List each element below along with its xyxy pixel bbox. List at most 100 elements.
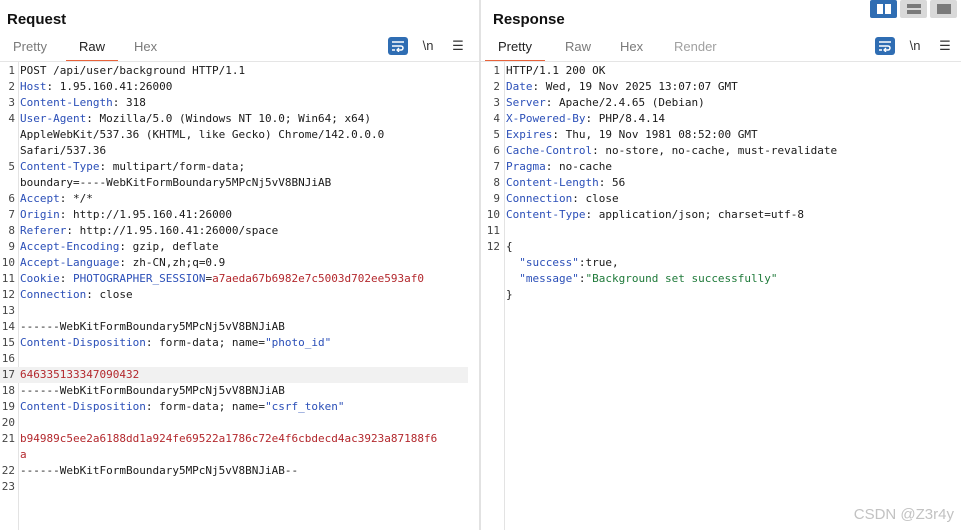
line-number: 3 (493, 96, 500, 109)
code-line: 1 HTTP/1.1 200 OK (481, 63, 961, 79)
line-number: 8 (8, 224, 15, 237)
response-pane: Response Pretty Raw Hex Render \n ☰ 1 HTT… (481, 0, 961, 530)
line-content: Cookie: PHOTOGRAPHER_SESSION=a7aeda67b69… (20, 271, 424, 287)
code-token: : multipart/form-data; (99, 160, 246, 173)
code-line: 8 Referer: http://1.95.160.41:26000/space (0, 223, 479, 239)
code-token: : Wed, 19 Nov 2025 13:07:07 GMT (532, 80, 738, 93)
request-tab-hex[interactable]: Hex (134, 39, 157, 58)
line-number: 15 (1, 336, 15, 349)
code-token: : 56 (598, 176, 626, 189)
line-number: 5 (493, 128, 500, 141)
code-line: 23 (0, 479, 479, 495)
menu-icon[interactable]: ☰ (935, 37, 955, 55)
code-token: : application/json; charset=utf-8 (585, 208, 805, 221)
newline-toggle-button[interactable]: \n (905, 37, 925, 55)
code-token: Referer (20, 224, 67, 237)
line-number: 14 (1, 320, 15, 333)
code-token: Content-Type (20, 160, 100, 173)
request-editor[interactable]: 1 POST /api/user/background HTTP/1.1 2 Host… (0, 62, 479, 530)
code-line: 12 { (481, 239, 961, 255)
line-content: Cache-Control: no-store, no-cache, must-… (506, 143, 837, 159)
line-number: 4 (493, 112, 500, 125)
word-wrap-icon[interactable] (388, 37, 408, 55)
line-number: 20 (1, 416, 15, 429)
response-editor[interactable]: 1 HTTP/1.1 200 OK 2 Date: Wed, 19 Nov 2025 … (481, 62, 961, 530)
line-content: Content-Type: multipart/form-data; (20, 159, 245, 175)
response-tab-render[interactable]: Render (674, 39, 717, 58)
watermark: CSDN @Z3r4y (853, 506, 954, 523)
request-tab-raw[interactable]: Raw (65, 39, 119, 62)
code-line: a (0, 447, 479, 463)
word-wrap-icon[interactable] (875, 37, 895, 55)
line-content: User-Agent: Mozilla/5.0 (Windows NT 10.0… (20, 111, 371, 127)
newline-toggle-button[interactable]: \n (418, 37, 438, 55)
layout-stacked-icon[interactable] (900, 0, 927, 18)
code-token: : */* (59, 192, 93, 205)
line-number: 12 (1, 288, 15, 301)
code-token: User-Agent (20, 112, 87, 125)
code-token: Cache-Control (506, 144, 593, 157)
code-token: : form-data; name= (145, 400, 266, 413)
line-number: 11 (1, 272, 15, 285)
code-line: 9 Accept-Encoding: gzip, deflate (0, 239, 479, 255)
code-token: : Thu, 19 Nov 1981 08:52:00 GMT (552, 128, 758, 141)
code-line: 2 Host: 1.95.160.41:26000 (0, 79, 479, 95)
request-pane: Request Pretty Raw Hex \n ☰ 1 POST /api/u… (0, 0, 479, 530)
line-content: Content-Disposition: form-data; name="cs… (20, 399, 345, 415)
code-line: 5 Content-Type: multipart/form-data; (0, 159, 479, 175)
code-token: : 318 (112, 96, 146, 109)
line-content: Origin: http://1.95.160.41:26000 (20, 207, 232, 223)
line-number: 10 (486, 208, 500, 221)
code-token: Origin (20, 208, 60, 221)
line-number: 12 (486, 240, 500, 253)
response-lines: 1 HTTP/1.1 200 OK 2 Date: Wed, 19 Nov 2025 … (481, 63, 961, 303)
menu-icon[interactable]: ☰ (448, 37, 468, 55)
line-number: 21 (1, 432, 15, 445)
code-token: : gzip, deflate (119, 240, 219, 253)
code-token: Connection (20, 288, 87, 301)
code-token: boundary=----WebKitFormBoundary5MPcNj5vV… (20, 176, 332, 189)
layout-single-icon[interactable] (930, 0, 957, 18)
code-token: a7aeda67b6982e7c5003d702ee593af0 (212, 272, 424, 285)
code-line: "message":"Background set successfully" (481, 271, 961, 287)
code-token: Host (20, 80, 47, 93)
response-tab-pretty[interactable]: Pretty (485, 39, 545, 62)
request-tab-pretty[interactable]: Pretty (13, 39, 47, 58)
line-number: 17 (1, 368, 15, 381)
line-content: Connection: close (506, 191, 619, 207)
code-line: 13 (0, 303, 479, 319)
response-tab-hex[interactable]: Hex (620, 39, 643, 58)
code-line: AppleWebKit/537.36 (KHTML, like Gecko) C… (0, 127, 479, 143)
code-token: Safari/537.36 (20, 144, 107, 157)
line-content: Accept: */* (20, 191, 93, 207)
line-number: 6 (8, 192, 15, 205)
line-number: 2 (493, 80, 500, 93)
line-content: ------WebKitFormBoundary5MPcNj5vV8BNJiAB (20, 383, 285, 399)
code-token: Expires (506, 128, 553, 141)
code-line: 2 Date: Wed, 19 Nov 2025 13:07:07 GMT (481, 79, 961, 95)
line-number: 1 (8, 64, 15, 77)
layout-side-by-side-icon[interactable] (870, 0, 897, 18)
line-content: AppleWebKit/537.36 (KHTML, like Gecko) C… (20, 127, 384, 143)
code-token: :true, (578, 256, 619, 269)
code-line: 9 Connection: close (481, 191, 961, 207)
line-number: 13 (1, 304, 15, 317)
code-token: X-Powered-By (506, 112, 586, 125)
response-tab-raw[interactable]: Raw (565, 39, 591, 58)
code-line: 19 Content-Disposition: form-data; name="… (0, 399, 479, 415)
code-line: 10 Content-Type: application/json; charse… (481, 207, 961, 223)
code-line: 16 (0, 351, 479, 367)
line-content: Expires: Thu, 19 Nov 1981 08:52:00 GMT (506, 127, 758, 143)
line-content: Content-Type: application/json; charset=… (506, 207, 804, 223)
line-content: X-Powered-By: PHP/8.4.14 (506, 111, 665, 127)
code-token: { (506, 240, 513, 253)
line-number: 18 (1, 384, 15, 397)
code-line: 11 Cookie: PHOTOGRAPHER_SESSION=a7aeda67b… (0, 271, 479, 287)
code-line: 4 User-Agent: Mozilla/5.0 (Windows NT 10.… (0, 111, 479, 127)
code-token: "Background set successfully" (585, 272, 778, 285)
code-line: "success":true, (481, 255, 961, 271)
code-token: Pragma (506, 160, 546, 173)
line-content: { (506, 239, 513, 255)
line-number: 3 (8, 96, 15, 109)
